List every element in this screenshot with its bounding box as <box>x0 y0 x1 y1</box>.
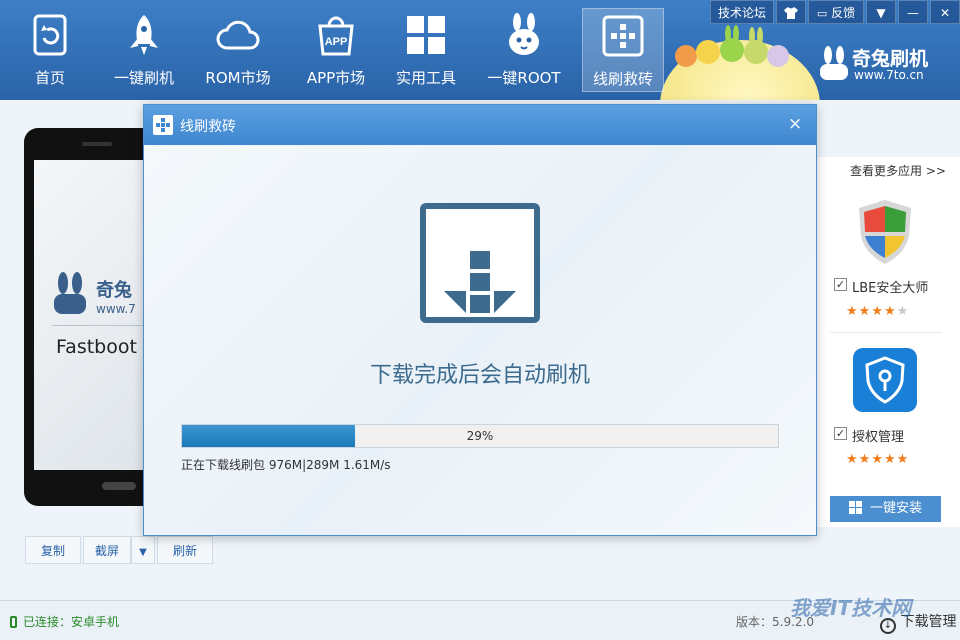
app-rating-auth: ★★★★★ <box>846 452 909 467</box>
rabbit-icon <box>509 13 539 55</box>
phone-url-text: www.7 <box>96 302 136 316</box>
skin-button[interactable] <box>776 0 806 24</box>
nav-label: 线刷救砖 <box>592 70 653 88</box>
dialog-message: 下载完成后会自动刷机 <box>369 363 590 388</box>
star-empty-icon: ★ <box>896 304 910 319</box>
mascots-illustration <box>675 25 789 67</box>
feedback-label: 反馈 <box>831 6 856 20</box>
apps-divider <box>830 332 942 333</box>
svg-text:APP: APP <box>325 36 348 48</box>
download-status: 正在下载线刷包 976M|289M 1.61M/s <box>181 458 391 472</box>
refresh-button[interactable]: 刷新 <box>157 536 213 564</box>
nav-label: APP市场 <box>306 69 366 87</box>
phone-icon <box>10 616 17 628</box>
auth-manager-icon[interactable] <box>853 348 917 412</box>
star-icon: ★ <box>846 452 859 467</box>
chat-icon: ▭ <box>816 7 828 20</box>
nav-one-click-root[interactable]: 一键ROOT <box>480 8 568 92</box>
phone-divider <box>52 325 144 326</box>
plus-square-icon <box>153 115 173 135</box>
site-watermark: 我爱IT技术网 <box>790 596 912 620</box>
top-header: 首页 一键刷机 ROM市场 APP APP市场 实用工具 一键ROOT 线刷救砖… <box>0 0 960 100</box>
star-icon: ★ <box>858 452 872 467</box>
lbe-shield-icon[interactable] <box>855 198 915 266</box>
star-icon: ★ <box>883 452 897 467</box>
minimize-icon: — <box>907 6 919 20</box>
dialog-titlebar: 线刷救砖 × <box>144 105 816 145</box>
progress-percent: 29% <box>466 429 494 443</box>
cloud-icon <box>216 20 260 50</box>
plus-square-icon <box>602 15 644 57</box>
copy-button[interactable]: 复制 <box>25 536 81 564</box>
phone-home-key <box>102 482 136 490</box>
auth-checkbox[interactable]: ✓ <box>834 427 847 440</box>
nav-home[interactable]: 首页 <box>12 8 88 92</box>
phone-rabbit-logo-icon <box>54 272 86 314</box>
star-icon: ★ <box>883 304 897 319</box>
nav-label: 一键刷机 <box>113 69 174 87</box>
download-progress-bar: 29% <box>181 424 779 448</box>
feedback-button[interactable]: ▭ 反馈 <box>808 0 864 24</box>
dialog-title: 线刷救砖 <box>180 119 236 135</box>
download-icon <box>420 203 540 323</box>
nav-flash-rescue[interactable]: 线刷救砖 <box>582 8 664 92</box>
chevron-down-icon: ▼ <box>876 6 886 20</box>
flash-rescue-dialog: 线刷救砖 × 下载完成后会自动刷机 29% 正在下载线刷包 976M|289M … <box>143 104 817 536</box>
grid-icon <box>407 16 445 54</box>
dialog-close-button[interactable]: × <box>788 114 802 134</box>
lbe-checkbox[interactable]: ✓ <box>834 278 847 291</box>
refresh-square-icon <box>33 14 67 56</box>
nav-label: 一键ROOT <box>487 69 561 87</box>
app-bag-icon: APP <box>318 16 354 56</box>
close-icon: ✕ <box>939 6 951 20</box>
app-name-auth: 授权管理 <box>852 430 905 445</box>
connection-status: 已连接：安卓手机 <box>10 613 119 630</box>
nav-one-click-flash[interactable]: 一键刷机 <box>106 8 182 92</box>
star-icon: ★ <box>846 304 859 319</box>
screenshot-button[interactable]: 截屏 <box>83 536 131 564</box>
tshirt-icon <box>784 7 798 19</box>
screenshot-dropdown-button[interactable]: ▼ <box>131 536 155 564</box>
rabbit-logo-icon <box>820 46 848 80</box>
menu-button[interactable]: ▼ <box>866 0 896 24</box>
phone-brand-text: 奇兔 <box>96 280 132 301</box>
one-click-install-label: 一键安装 <box>869 501 922 516</box>
more-apps-link[interactable]: 查看更多应用 >> <box>850 162 946 179</box>
phone-speaker <box>82 142 112 146</box>
star-icon: ★ <box>858 304 872 319</box>
logo-name: 奇兔刷机 <box>852 48 929 70</box>
grid-icon <box>848 501 862 514</box>
phone-mode-text: Fastboot <box>56 336 137 358</box>
close-window-button[interactable]: ✕ <box>930 0 960 24</box>
star-icon: ★ <box>896 452 910 467</box>
star-icon: ★ <box>871 304 884 319</box>
app-logo: 奇兔刷机 www.7to.cn <box>818 42 948 92</box>
minimize-button[interactable]: — <box>898 0 928 24</box>
nav-label: 首页 <box>34 69 65 87</box>
logo-url: www.7to.cn <box>854 68 924 82</box>
nav-rom-market[interactable]: ROM市场 <box>196 8 280 92</box>
nav-label: ROM市场 <box>205 69 271 87</box>
star-icon: ★ <box>871 452 884 467</box>
app-rating-lbe: ★★★★★ <box>846 304 909 319</box>
one-click-install-button[interactable]: 一键安装 <box>830 496 941 522</box>
connection-text: 已连接：安卓手机 <box>23 615 120 629</box>
rocket-icon <box>130 15 158 55</box>
nav-label: 实用工具 <box>395 69 456 87</box>
app-name-lbe: LBE安全大师 <box>852 281 929 296</box>
nav-app-market[interactable]: APP APP市场 <box>294 8 378 92</box>
nav-utilities[interactable]: 实用工具 <box>388 8 464 92</box>
forum-button[interactable]: 技术论坛 <box>710 0 774 24</box>
chevron-down-icon: ▼ <box>139 547 147 558</box>
dialog-body: 下载完成后会自动刷机 29% 正在下载线刷包 976M|289M 1.61M/s <box>144 145 816 535</box>
